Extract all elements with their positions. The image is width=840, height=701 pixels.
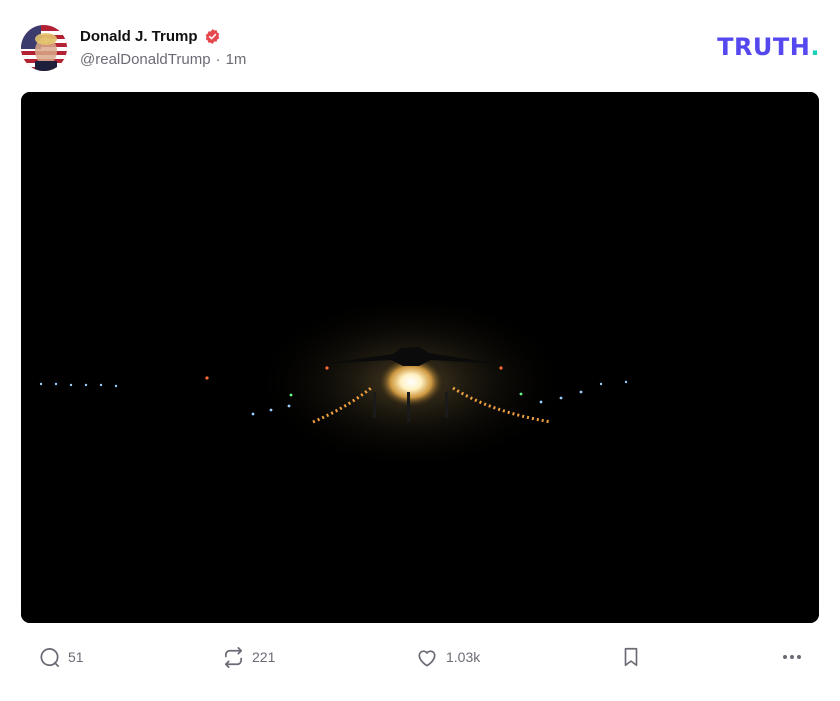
logo-dot: . [810, 33, 820, 61]
post-action-bar: 51 221 1.03k [0, 642, 840, 672]
logo-text: TRUTH [717, 33, 811, 61]
bookmark-button[interactable] [620, 642, 642, 672]
post-timestamp[interactable]: 1m [226, 51, 247, 68]
night-runway-aircraft-image [21, 92, 819, 623]
author-name-row: Donald J. Trump [80, 25, 246, 47]
post-media-image[interactable] [21, 92, 819, 623]
like-button[interactable]: 1.03k [415, 642, 480, 672]
avatar-image [21, 25, 67, 71]
retruth-icon [222, 646, 245, 669]
verified-badge-icon [204, 28, 221, 45]
meta-separator: · [215, 51, 221, 68]
author-avatar[interactable] [21, 25, 67, 71]
reply-count: 51 [68, 649, 84, 665]
heart-icon [415, 646, 439, 669]
bookmark-icon [620, 645, 642, 669]
author-meta-row: @realDonaldTrump · 1m [80, 51, 246, 68]
author-block: Donald J. Trump @realDonaldTrump · 1m [80, 25, 246, 69]
truth-post: Donald J. Trump @realDonaldTrump · 1m TR… [0, 0, 840, 701]
author-display-name[interactable]: Donald J. Trump [80, 28, 198, 45]
like-count: 1.03k [446, 649, 481, 665]
reply-button[interactable]: 51 [38, 642, 84, 672]
author-handle[interactable]: @realDonaldTrump [80, 51, 211, 68]
more-options-button[interactable] [780, 642, 804, 672]
reply-icon [38, 646, 61, 669]
more-icon [780, 645, 804, 669]
retruth-count: 221 [252, 649, 276, 665]
retruth-button[interactable]: 221 [222, 642, 275, 672]
truth-social-logo[interactable]: TRUTH. [717, 33, 820, 61]
